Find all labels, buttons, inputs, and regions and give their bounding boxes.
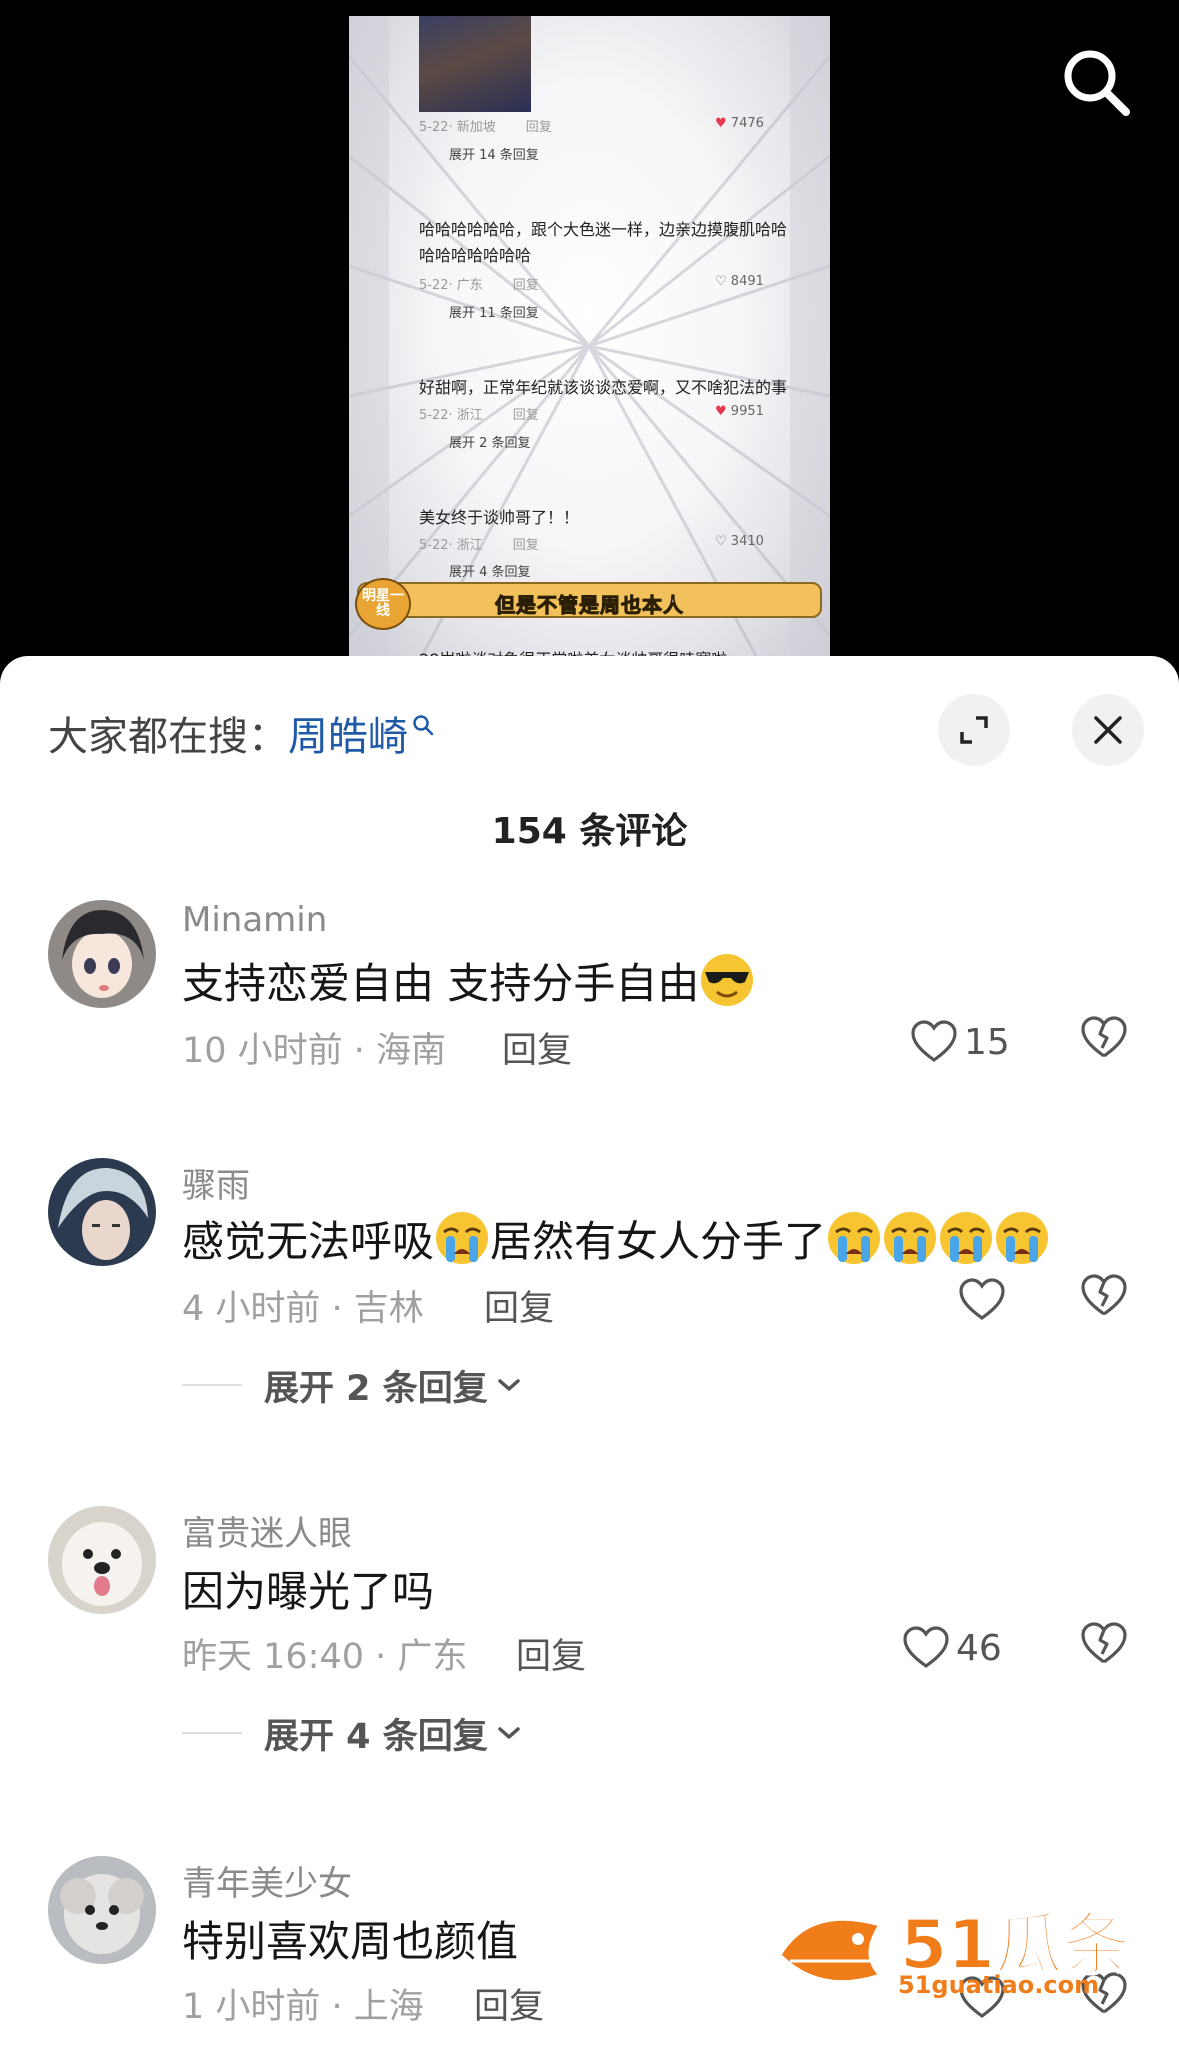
hot-search-bar[interactable]: 大家都在搜：周皓崎 (48, 704, 434, 762)
watermark-url: 51guatiao.com (898, 1971, 1100, 1999)
video-comment-expand: 展开 4 条回复 (449, 565, 531, 580)
reply-button[interactable]: 回复 (484, 1280, 554, 1331)
avatar[interactable] (48, 900, 156, 1008)
sunglasses-emoji-icon (701, 954, 754, 1006)
video-player[interactable]: 5-22· 新加坡 回复 ♥ 7476 展开 14 条回复 哈哈哈哈哈哈，跟个大色… (0, 0, 1179, 680)
comment-count: 154 条评论 (491, 811, 688, 852)
like-button[interactable]: 46 (902, 1622, 1002, 1674)
crying-emoji-icon (828, 1212, 881, 1264)
dislike-button[interactable] (1080, 1622, 1132, 1674)
crying-emoji-icon (940, 1212, 993, 1264)
close-button[interactable] (1072, 694, 1144, 766)
like-count: 15 (964, 1021, 1010, 1063)
comment-username[interactable]: 富贵迷人眼 (182, 1506, 352, 1555)
small-search-icon (413, 715, 434, 736)
comment-time-location: 昨天 16:40 · 广东 (182, 1637, 468, 1677)
video-comment-meta: 5-22· 浙江 回复 (419, 408, 539, 423)
video-comment-expand: 展开 11 条回复 (449, 306, 539, 321)
video-comment-text: 哈哈哈哈哈哈，跟个大色迷一样，边亲边摸腹肌哈哈 (419, 220, 788, 239)
like-button[interactable] (958, 1274, 1012, 1326)
avatar[interactable] (48, 1856, 156, 1964)
comment-text: 因为曝光了吗 (182, 1567, 435, 1616)
dislike-button[interactable] (1080, 1274, 1132, 1326)
video-frame[interactable]: 5-22· 新加坡 回复 ♥ 7476 展开 14 条回复 哈哈哈哈哈哈，跟个大色… (349, 16, 830, 680)
dislike-button[interactable] (1080, 1016, 1132, 1068)
caption-text: 但是不管是周也本人 (495, 593, 684, 618)
crying-emoji-icon (996, 1212, 1049, 1264)
video-comment-likes: ♡ 8491 (715, 274, 764, 289)
like-count: 46 (956, 1627, 1002, 1669)
reply-button[interactable]: 回复 (474, 1978, 544, 2029)
heart-icon (911, 1020, 957, 1062)
divider-line (182, 1384, 242, 1386)
comment-username[interactable]: 骤雨 (182, 1158, 250, 1207)
comment-username[interactable]: 青年美少女 (182, 1856, 352, 1905)
close-icon (1094, 716, 1122, 744)
expand-replies-button[interactable]: 展开 4 条回复 (182, 1708, 522, 1758)
expand-sheet-button[interactable] (938, 694, 1010, 766)
search-icon[interactable] (1058, 44, 1134, 120)
crying-emoji-icon (436, 1212, 489, 1264)
broken-heart-icon (1081, 1274, 1127, 1316)
broken-heart-icon (1081, 1622, 1127, 1664)
avatar[interactable] (48, 1506, 156, 1614)
reply-button[interactable]: 回复 (516, 1628, 586, 1679)
chevron-down-icon (497, 1379, 520, 1391)
video-comment-meta: 5-22· 新加坡 回复 (419, 120, 552, 135)
divider-line (182, 1732, 242, 1734)
broken-heart-icon (1081, 1016, 1127, 1058)
video-comment-meta: 5-22· 浙江 回复 (419, 538, 539, 553)
heart-icon (903, 1626, 949, 1668)
video-comment-meta: 5-22· 广东 回复 (419, 278, 539, 293)
comment-text: 支持恋爱自由 支持分手自由 (182, 950, 755, 1011)
comment-username[interactable]: Minamin (182, 900, 327, 940)
video-person-photo (419, 16, 531, 112)
fish-logo-icon (778, 1917, 883, 1984)
video-comment-text: 好甜啊，正常年纪就该谈谈恋爱啊，又不啥犯法的事 (419, 378, 788, 397)
like-button[interactable]: 15 (910, 1016, 1010, 1068)
reply-button[interactable]: 回复 (502, 1022, 572, 1073)
video-comment-expand: 展开 2 条回复 (449, 436, 531, 451)
video-comment-text: 哈哈哈哈哈哈哈 (419, 246, 532, 265)
comment-time-location: 10 小时前 · 海南 (182, 1031, 447, 1071)
watermark-logo: 51瓜条 51guatiao.com (770, 1895, 1150, 2005)
video-caption-banner: 明星一线 但是不管是周也本人 (355, 578, 822, 630)
crying-emoji-icon (884, 1212, 937, 1264)
video-comment-expand: 展开 14 条回复 (449, 148, 539, 163)
heart-icon (959, 1278, 1005, 1320)
comment-text: 特别喜欢周也颜值 (182, 1917, 519, 1966)
video-comment-likes: ♥ 9951 (715, 404, 764, 419)
comment-text: 感觉无法呼吸 居然有女人分手了 (182, 1208, 1050, 1269)
video-comment-likes: ♥ 7476 (715, 116, 764, 131)
hot-search-prefix: 大家都在搜： (48, 714, 288, 760)
chevron-down-icon (497, 1727, 520, 1739)
hot-search-term[interactable]: 周皓崎 (288, 714, 408, 760)
comment-time-location: 4 小时前 · 吉林 (182, 1289, 424, 1329)
video-comment-likes: ♡ 3410 (715, 534, 764, 549)
expand-icon (960, 716, 988, 744)
video-comment-text: 美女终于谈帅哥了！！ (419, 508, 580, 527)
expand-replies-button[interactable]: 展开 2 条回复 (182, 1360, 522, 1410)
avatar[interactable] (48, 1158, 156, 1266)
comment-sheet: 大家都在搜：周皓崎 154 条评论 Minamin 支持恋爱自由 支持分手自由 … (0, 656, 1179, 2072)
comment-time-location: 1 小时前 · 上海 (182, 1987, 424, 2027)
